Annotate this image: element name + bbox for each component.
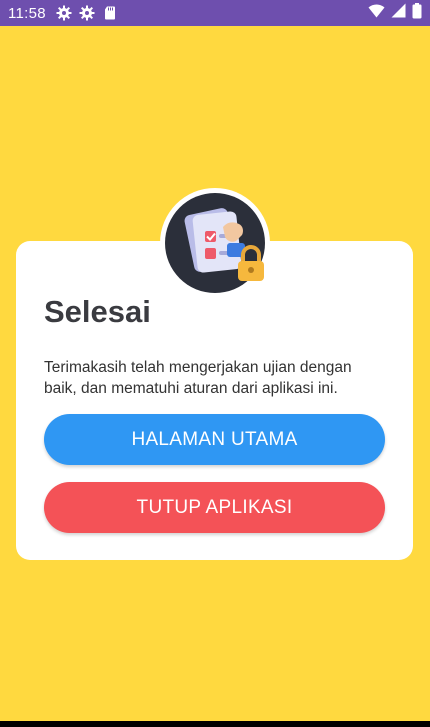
gear-icon [56,5,72,21]
sd-card-icon [102,5,118,21]
dialog-illustration [160,188,270,298]
navigation-bar [0,721,430,727]
gear-icon [79,5,95,21]
signal-icon [391,3,406,23]
dialog-title: Selesai [44,294,151,329]
status-time: 11:58 [8,4,46,22]
battery-icon [412,2,422,24]
home-button[interactable]: HALAMAN UTAMA [44,414,385,465]
close-app-button[interactable]: TUTUP APLIKASI [44,482,385,533]
wifi-icon [368,4,385,23]
dialog-message: Terimakasih telah mengerjakan ujian deng… [44,359,352,397]
exam-lock-illustration [165,193,265,293]
status-bar: 11:58 [0,0,430,26]
